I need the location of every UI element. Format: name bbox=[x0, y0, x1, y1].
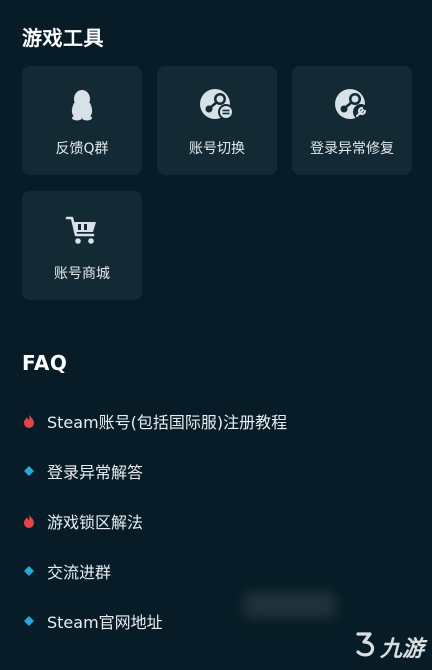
faq-text: 游戏锁区解法 bbox=[47, 513, 144, 532]
penguin-icon bbox=[22, 88, 142, 122]
tool-card-account-switch[interactable]: 账号切换 bbox=[157, 66, 277, 175]
diamond-icon bbox=[22, 614, 36, 628]
faq-text: 登录异常解答 bbox=[47, 463, 144, 482]
steam-repair-icon bbox=[292, 88, 412, 122]
steam-switch-icon bbox=[157, 88, 277, 122]
tool-label: 账号切换 bbox=[189, 141, 245, 157]
tool-label: 账号商城 bbox=[54, 266, 110, 282]
nine-game-logo-icon bbox=[352, 630, 380, 664]
tool-card-feedback-group[interactable]: 反馈Q群 bbox=[22, 66, 142, 175]
faq-text: Steam账号(包括国际服)注册教程 bbox=[47, 413, 288, 432]
faq-section-title: FAQ bbox=[22, 351, 68, 375]
fire-icon bbox=[22, 514, 36, 528]
diamond-icon bbox=[22, 464, 36, 478]
faq-item-join-group[interactable]: 交流进群 bbox=[22, 558, 111, 584]
faq-text: Steam官网地址 bbox=[47, 613, 163, 632]
faq-text: 交流进群 bbox=[47, 563, 112, 582]
watermark: 九游 bbox=[352, 630, 424, 664]
fire-icon bbox=[22, 414, 36, 428]
faq-item-login-answer[interactable]: 登录异常解答 bbox=[22, 458, 143, 484]
cart-icon bbox=[22, 213, 142, 247]
tool-card-login-repair[interactable]: 登录异常修复 bbox=[292, 66, 412, 175]
tool-label: 登录异常修复 bbox=[310, 141, 394, 157]
tool-card-account-shop[interactable]: 账号商城 bbox=[22, 191, 142, 300]
faq-item-steam-register[interactable]: Steam账号(包括国际服)注册教程 bbox=[22, 408, 287, 434]
watermark-text: 九游 bbox=[379, 637, 424, 662]
tools-section-title: 游戏工具 bbox=[22, 26, 104, 50]
blurred-overlay bbox=[244, 592, 336, 618]
faq-item-steam-website[interactable]: Steam官网地址 bbox=[22, 608, 163, 634]
faq-item-region-lock[interactable]: 游戏锁区解法 bbox=[22, 508, 143, 534]
tool-label: 反馈Q群 bbox=[55, 141, 109, 157]
diamond-icon bbox=[22, 564, 36, 578]
